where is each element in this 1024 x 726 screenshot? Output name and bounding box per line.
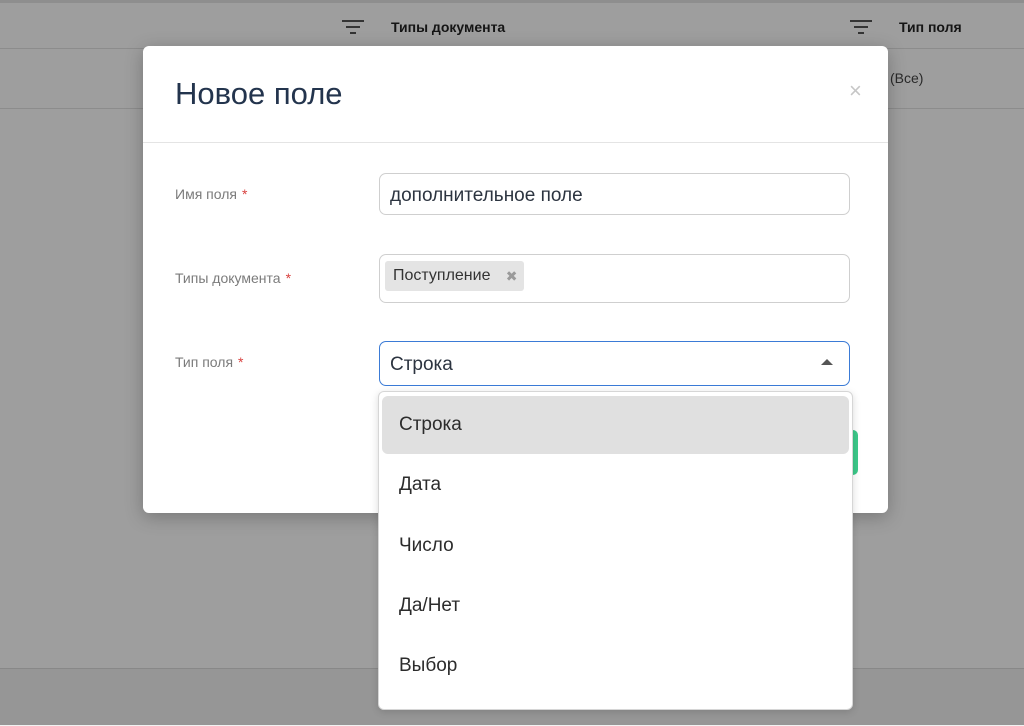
dropdown-option[interactable]: Выбор [382, 637, 849, 695]
field-type-select[interactable]: Строка [379, 341, 850, 386]
dropdown-option[interactable]: Дата [382, 456, 849, 514]
doc-type-tag: Поступление ✖ [385, 261, 525, 291]
field-type-label: Тип поля * [175, 354, 244, 370]
dialog-title: Новое поле [175, 76, 343, 111]
dropdown-option[interactable]: Строка [382, 396, 849, 454]
required-mark: * [241, 186, 248, 202]
field-type-dropdown: Строка Дата Число Да/Нет Выбор [378, 391, 853, 710]
doc-types-multiselect[interactable]: Поступление ✖ [379, 254, 850, 303]
doc-type-tag-label: Поступление [393, 267, 491, 284]
required-mark: * [238, 354, 244, 370]
dialog-header: Новое поле × [143, 46, 888, 143]
dropdown-option[interactable]: Число [382, 517, 849, 575]
field-name-value: дополнительное поле [390, 185, 583, 206]
dropdown-option[interactable]: Да/Нет [382, 577, 849, 635]
doc-types-label: Типы документа * [175, 270, 292, 286]
field-name-label: Имя поля * [175, 186, 248, 202]
required-mark: * [285, 270, 292, 286]
caret-up-icon[interactable] [821, 359, 833, 365]
field-type-value: Строка [390, 354, 453, 375]
remove-tag-icon[interactable]: ✖ [506, 268, 518, 284]
field-name-input[interactable]: дополнительное поле [379, 173, 850, 215]
close-icon[interactable]: × [849, 80, 862, 102]
